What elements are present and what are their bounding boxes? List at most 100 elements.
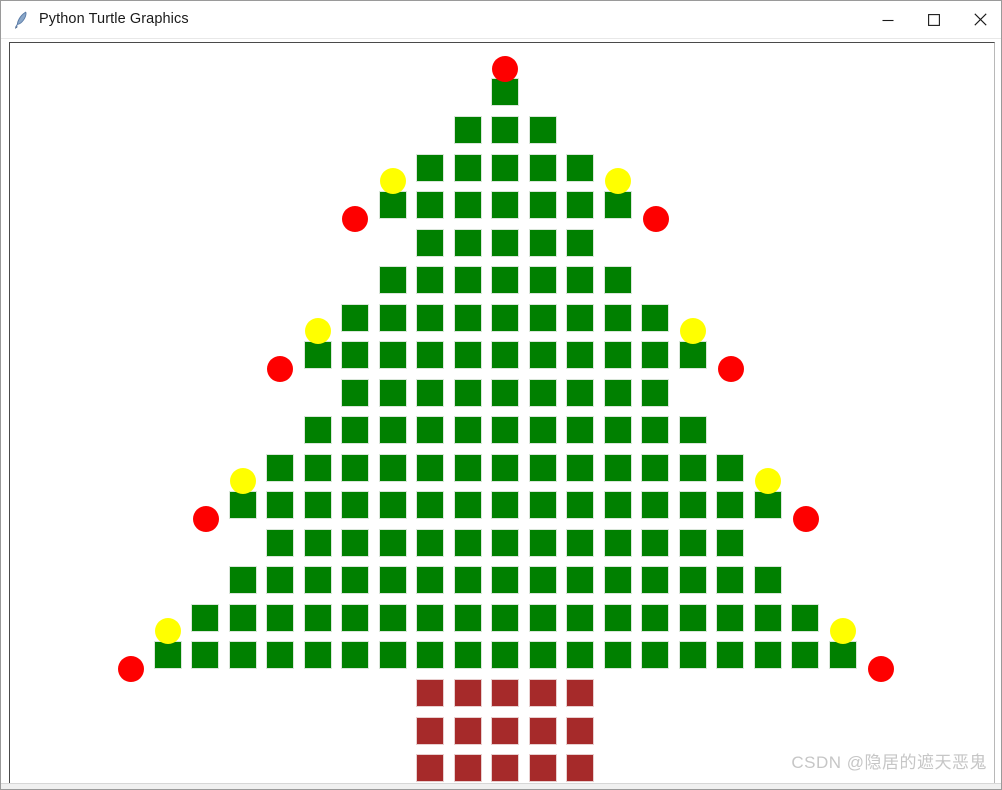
- tree-ornament-red: [193, 506, 219, 532]
- tree-foliage-square: [491, 379, 519, 407]
- tree-foliage-square: [528, 454, 557, 482]
- tree-foliage-square: [603, 191, 632, 219]
- close-button[interactable]: [957, 1, 1001, 39]
- tree-foliage-square: [753, 604, 782, 632]
- tree-foliage-square: [491, 566, 519, 594]
- tree-foliage-square: [678, 604, 707, 632]
- tree-foliage-square: [416, 379, 444, 407]
- tree-foliage-square: [378, 191, 407, 219]
- turtle-canvas: [10, 43, 994, 783]
- tree-ornament-yellow: [755, 468, 781, 494]
- tree-trunk-square: [491, 717, 519, 745]
- tree-foliage-square: [491, 78, 519, 106]
- tree-trunk-square: [453, 754, 482, 782]
- tree-foliage-square: [491, 229, 519, 257]
- tree-foliage-square: [491, 641, 519, 669]
- tree-foliage-square: [228, 566, 257, 594]
- tree-foliage-square: [266, 491, 294, 519]
- tree-foliage-square: [603, 304, 632, 332]
- minimize-icon: [882, 19, 894, 21]
- tree-foliage-square: [491, 491, 519, 519]
- tree-foliage-square: [603, 604, 632, 632]
- tree-foliage-square: [491, 529, 519, 557]
- tree-foliage-square: [491, 154, 519, 182]
- tree-foliage-square: [378, 491, 407, 519]
- minimize-button[interactable]: [865, 1, 911, 39]
- tree-foliage-square: [453, 379, 482, 407]
- tree-foliage-square: [491, 604, 519, 632]
- tree-foliage-square: [528, 379, 557, 407]
- tree-trunk-square: [416, 717, 444, 745]
- tree-ornament-red: [868, 656, 894, 682]
- tree-foliage-square: [641, 416, 669, 444]
- tree-foliage-square: [528, 266, 557, 294]
- tree-foliage-square: [566, 604, 594, 632]
- tree-foliage-square: [491, 116, 519, 144]
- tree-foliage-square: [716, 529, 744, 557]
- window-bottom-strip: [1, 783, 1001, 789]
- tree-foliage-square: [453, 116, 482, 144]
- window-controls: [865, 1, 1001, 39]
- tree-ornament-red: [718, 356, 744, 382]
- tree-foliage-square: [228, 641, 257, 669]
- tree-ornament-yellow: [305, 318, 331, 344]
- tree-foliage-square: [341, 604, 369, 632]
- close-icon: [973, 13, 987, 26]
- tree-foliage-square: [228, 604, 257, 632]
- tree-foliage-square: [603, 529, 632, 557]
- tree-foliage-square: [641, 379, 669, 407]
- tree-foliage-square: [641, 604, 669, 632]
- tree-foliage-square: [566, 491, 594, 519]
- tree-foliage-square: [303, 604, 332, 632]
- tree-foliage-square: [528, 304, 557, 332]
- tree-foliage-square: [603, 416, 632, 444]
- tree-ornament-red: [118, 656, 144, 682]
- tree-foliage-square: [566, 454, 594, 482]
- tree-trunk-square: [453, 679, 482, 707]
- tree-foliage-square: [378, 304, 407, 332]
- tree-foliage-square: [266, 641, 294, 669]
- tree-foliage-square: [678, 491, 707, 519]
- tree-foliage-square: [603, 566, 632, 594]
- tree-foliage-square: [491, 304, 519, 332]
- turtle-graphics-window: Python Turtle Graphics CSDN @隐居的遮天恶鬼: [0, 0, 1002, 790]
- tree-foliage-square: [453, 154, 482, 182]
- tree-foliage-square: [303, 341, 332, 369]
- tree-foliage-square: [416, 304, 444, 332]
- tree-foliage-square: [416, 416, 444, 444]
- maximize-button[interactable]: [911, 1, 957, 39]
- tree-trunk-square: [491, 679, 519, 707]
- tree-foliage-square: [378, 529, 407, 557]
- tree-foliage-square: [791, 604, 819, 632]
- tree-foliage-square: [491, 191, 519, 219]
- tree-foliage-square: [753, 641, 782, 669]
- tree-foliage-square: [341, 566, 369, 594]
- tree-ornament-red: [643, 206, 669, 232]
- tree-foliage-square: [416, 566, 444, 594]
- tree-foliage-square: [416, 454, 444, 482]
- tree-foliage-square: [603, 266, 632, 294]
- tree-foliage-square: [491, 416, 519, 444]
- tree-foliage-square: [753, 566, 782, 594]
- tree-foliage-square: [678, 641, 707, 669]
- tree-foliage-square: [566, 641, 594, 669]
- tree-foliage-square: [416, 229, 444, 257]
- tree-foliage-square: [303, 416, 332, 444]
- tree-foliage-square: [341, 529, 369, 557]
- tree-ornament-yellow: [380, 168, 406, 194]
- tree-foliage-square: [303, 641, 332, 669]
- tree-trunk-square: [416, 754, 444, 782]
- tree-foliage-square: [528, 191, 557, 219]
- python-feather-icon: [15, 11, 27, 29]
- tree-foliage-square: [453, 454, 482, 482]
- tree-trunk-square: [566, 754, 594, 782]
- tree-foliage-square: [341, 379, 369, 407]
- tree-foliage-square: [678, 566, 707, 594]
- tree-foliage-square: [678, 529, 707, 557]
- window-title: Python Turtle Graphics: [39, 11, 189, 28]
- tree-foliage-square: [566, 416, 594, 444]
- tree-foliage-square: [303, 491, 332, 519]
- tree-foliage-square: [753, 491, 782, 519]
- tree-foliage-square: [641, 529, 669, 557]
- turtle-canvas-frame: [9, 42, 995, 784]
